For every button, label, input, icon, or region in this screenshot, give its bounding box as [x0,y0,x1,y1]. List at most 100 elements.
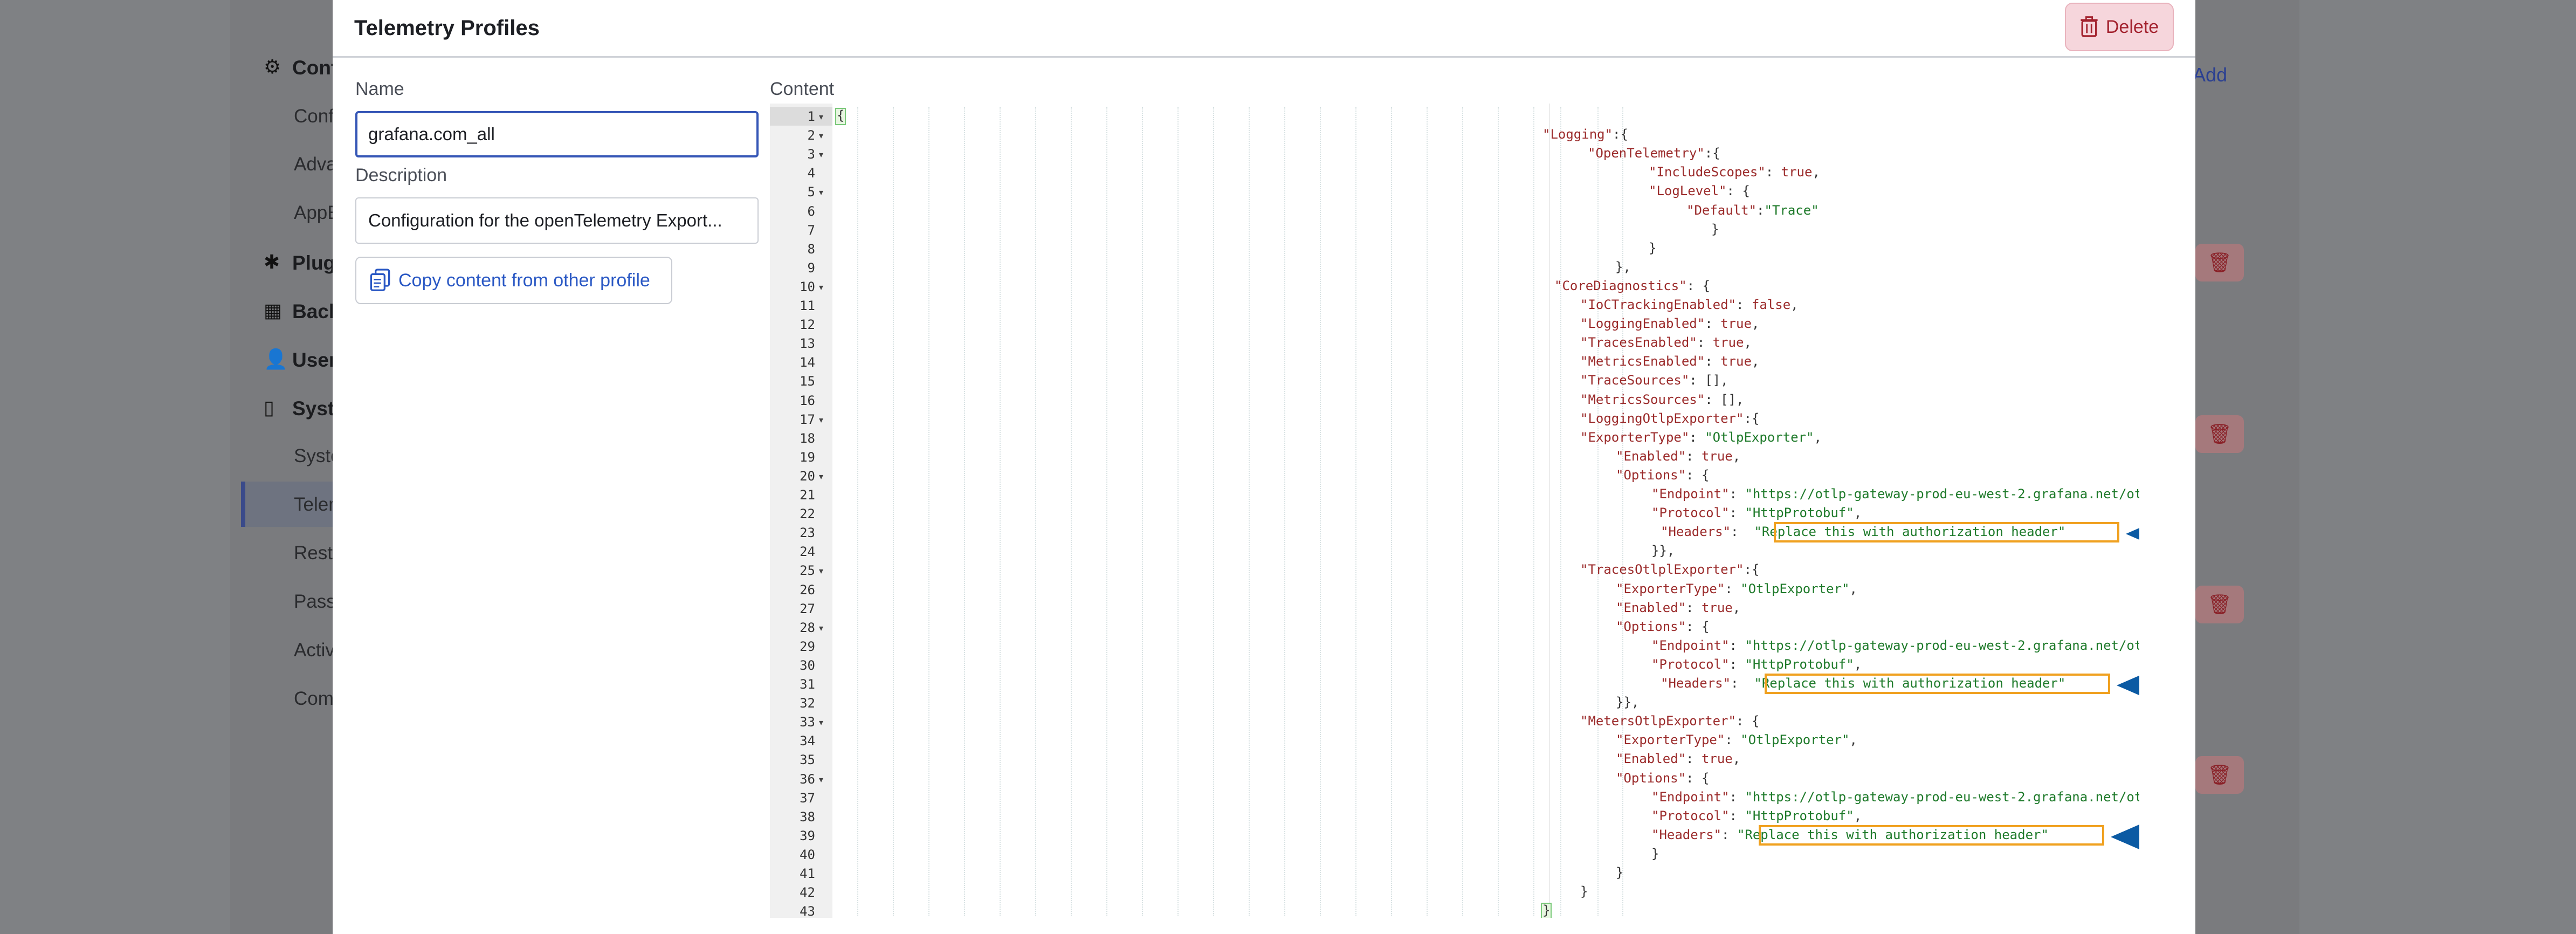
line-number: 29 [800,638,815,654]
code-line: "ExporterType": "OtlpExporter", [1616,732,1857,748]
code-line: "Options": { [1616,467,1710,483]
indent-guide [857,107,858,916]
indent-guide [1142,107,1143,916]
device-icon: ▯ [264,396,274,418]
line-number: 31 [800,677,815,692]
indent-guide [1106,107,1107,916]
line-number: 5 [807,184,815,200]
sidebar-item[interactable]: Conf [294,106,334,127]
modal-title: Telemetry Profiles [354,16,540,40]
code-line: "Protocol": "HttpProtobuf", [1651,656,1862,672]
line-number: 1 [807,109,815,124]
code-line: "Options": { [1616,619,1710,634]
sidebar-item[interactable]: Adva [294,154,337,175]
code-line: "Protocol": "HttpProtobuf", [1651,505,1862,521]
line-number: 23 [800,525,815,541]
fold-toggle-icon[interactable]: ▾ [819,415,823,425]
sidebar-section-plugins[interactable]: Plug [292,252,335,274]
code-line: "MetersOtlpExporter": { [1580,713,1760,729]
fold-toggle-icon[interactable]: ▾ [819,471,823,482]
name-input[interactable]: grafana.com_all [355,111,759,157]
user-icon: 👤 [264,348,288,370]
line-number: 10 [800,279,815,294]
code-line: "LoggingEnabled": true, [1580,316,1760,332]
arrow-pointer-icon [2126,528,2139,540]
code-line: "Default":"Trace" [1686,202,1819,218]
line-number: 36 [800,771,815,787]
sidebar-item[interactable]: Activ [294,640,335,661]
sidebar-item[interactable]: Com [294,688,334,710]
line-number: 37 [800,790,815,806]
line-number: 8 [807,241,815,257]
code-line: } [1580,884,1588,899]
backdrop-right [2299,0,2576,934]
trash-icon[interactable]: 🗑 [2195,756,2244,794]
fold-toggle-icon[interactable]: ▾ [819,717,823,728]
line-number: 22 [800,506,815,522]
fold-toggle-icon[interactable]: ▾ [819,623,823,634]
json-code-editor[interactable]: 1 ▾ {2 ▾ "Logging":{3 ▾ "OpenTelemetry":{4 "Inc… [770,104,2139,918]
name-label: Name [355,79,404,99]
line-number: 35 [800,752,815,768]
code-line: } [1616,865,1624,880]
code-line: "Enabled": true, [1616,600,1741,615]
line-number: 12 [800,317,815,333]
line-number: 33 [800,715,815,730]
line-number: 28 [800,620,815,635]
line-number: 18 [800,430,815,446]
puzzle-icon: ✱ [264,251,280,273]
indent-guide [1560,107,1561,916]
sidebar-section-config[interactable]: Conf [292,57,338,79]
indent-guide [893,107,894,916]
code-line: "Protocol": "HttpProtobuf", [1651,808,1862,823]
copy-content-button[interactable]: Copy content from other profile [355,257,672,304]
content-label: Content [770,79,835,99]
line-number: 13 [800,336,815,352]
sidebar-section-users[interactable]: User [292,349,336,372]
line-number: 38 [800,809,815,825]
fold-toggle-icon[interactable]: ▾ [819,131,823,141]
header-placeholder-highlight [1759,825,2104,846]
line-number: 41 [800,866,815,881]
code-line: "Options": { [1616,770,1710,786]
code-line: "CoreDiagnostics": { [1554,278,1710,293]
code-line: "Enabled": true, [1616,448,1741,464]
fold-toggle-icon[interactable]: ▾ [819,566,823,576]
line-number: 7 [807,222,815,238]
code-line: } [1651,846,1659,861]
fold-toggle-icon[interactable]: ▾ [819,282,823,293]
trash-icon [2081,16,2098,37]
arrow-pointer-icon [2111,824,2139,849]
trash-icon[interactable]: 🗑 [2195,244,2244,281]
gears-icon: ⚙ [264,56,281,78]
indent-guide [1391,107,1392,916]
header-placeholder-highlight [1774,522,2119,543]
trash-icon[interactable]: 🗑 [2195,415,2244,453]
trash-icon[interactable]: 🗑 [2195,586,2244,623]
line-number: 3 [807,147,815,162]
backend-icon: ▦ [264,299,283,321]
line-number: 15 [800,374,815,389]
header-placeholder-highlight [1765,674,2110,694]
code-line: "IoCTrackingEnabled": false, [1580,297,1799,312]
code-line: } [1542,903,1551,918]
description-input[interactable]: Configuration for the openTelemetry Expo… [355,197,759,244]
fold-toggle-icon[interactable]: ▾ [819,187,823,198]
indent-guide [1213,107,1214,916]
code-line: }}, [1616,695,1640,710]
code-line: "Endpoint": "https://otlp-gateway-prod-e… [1651,637,2139,653]
add-link[interactable]: Add [2193,64,2227,86]
fold-toggle-icon[interactable]: ▾ [819,112,823,122]
delete-button-label: Delete [2105,16,2159,37]
fold-toggle-icon[interactable]: ▾ [819,149,823,160]
code-line: "MetricsEnabled": true, [1580,354,1760,369]
indent-guide [1427,107,1428,916]
code-line: "ExporterType": "OtlpExporter", [1580,429,1822,445]
sidebar-section-system[interactable]: Syst [292,397,334,420]
fold-toggle-icon[interactable]: ▾ [819,774,823,785]
sidebar-item[interactable]: Pass [294,591,336,613]
code-line: "TracesOtlplExporter":{ [1580,562,1760,578]
delete-button[interactable]: Delete [2065,3,2174,51]
modal-header: Telemetry Profiles Delete [333,0,2195,58]
code-line: }}, [1651,543,1675,559]
